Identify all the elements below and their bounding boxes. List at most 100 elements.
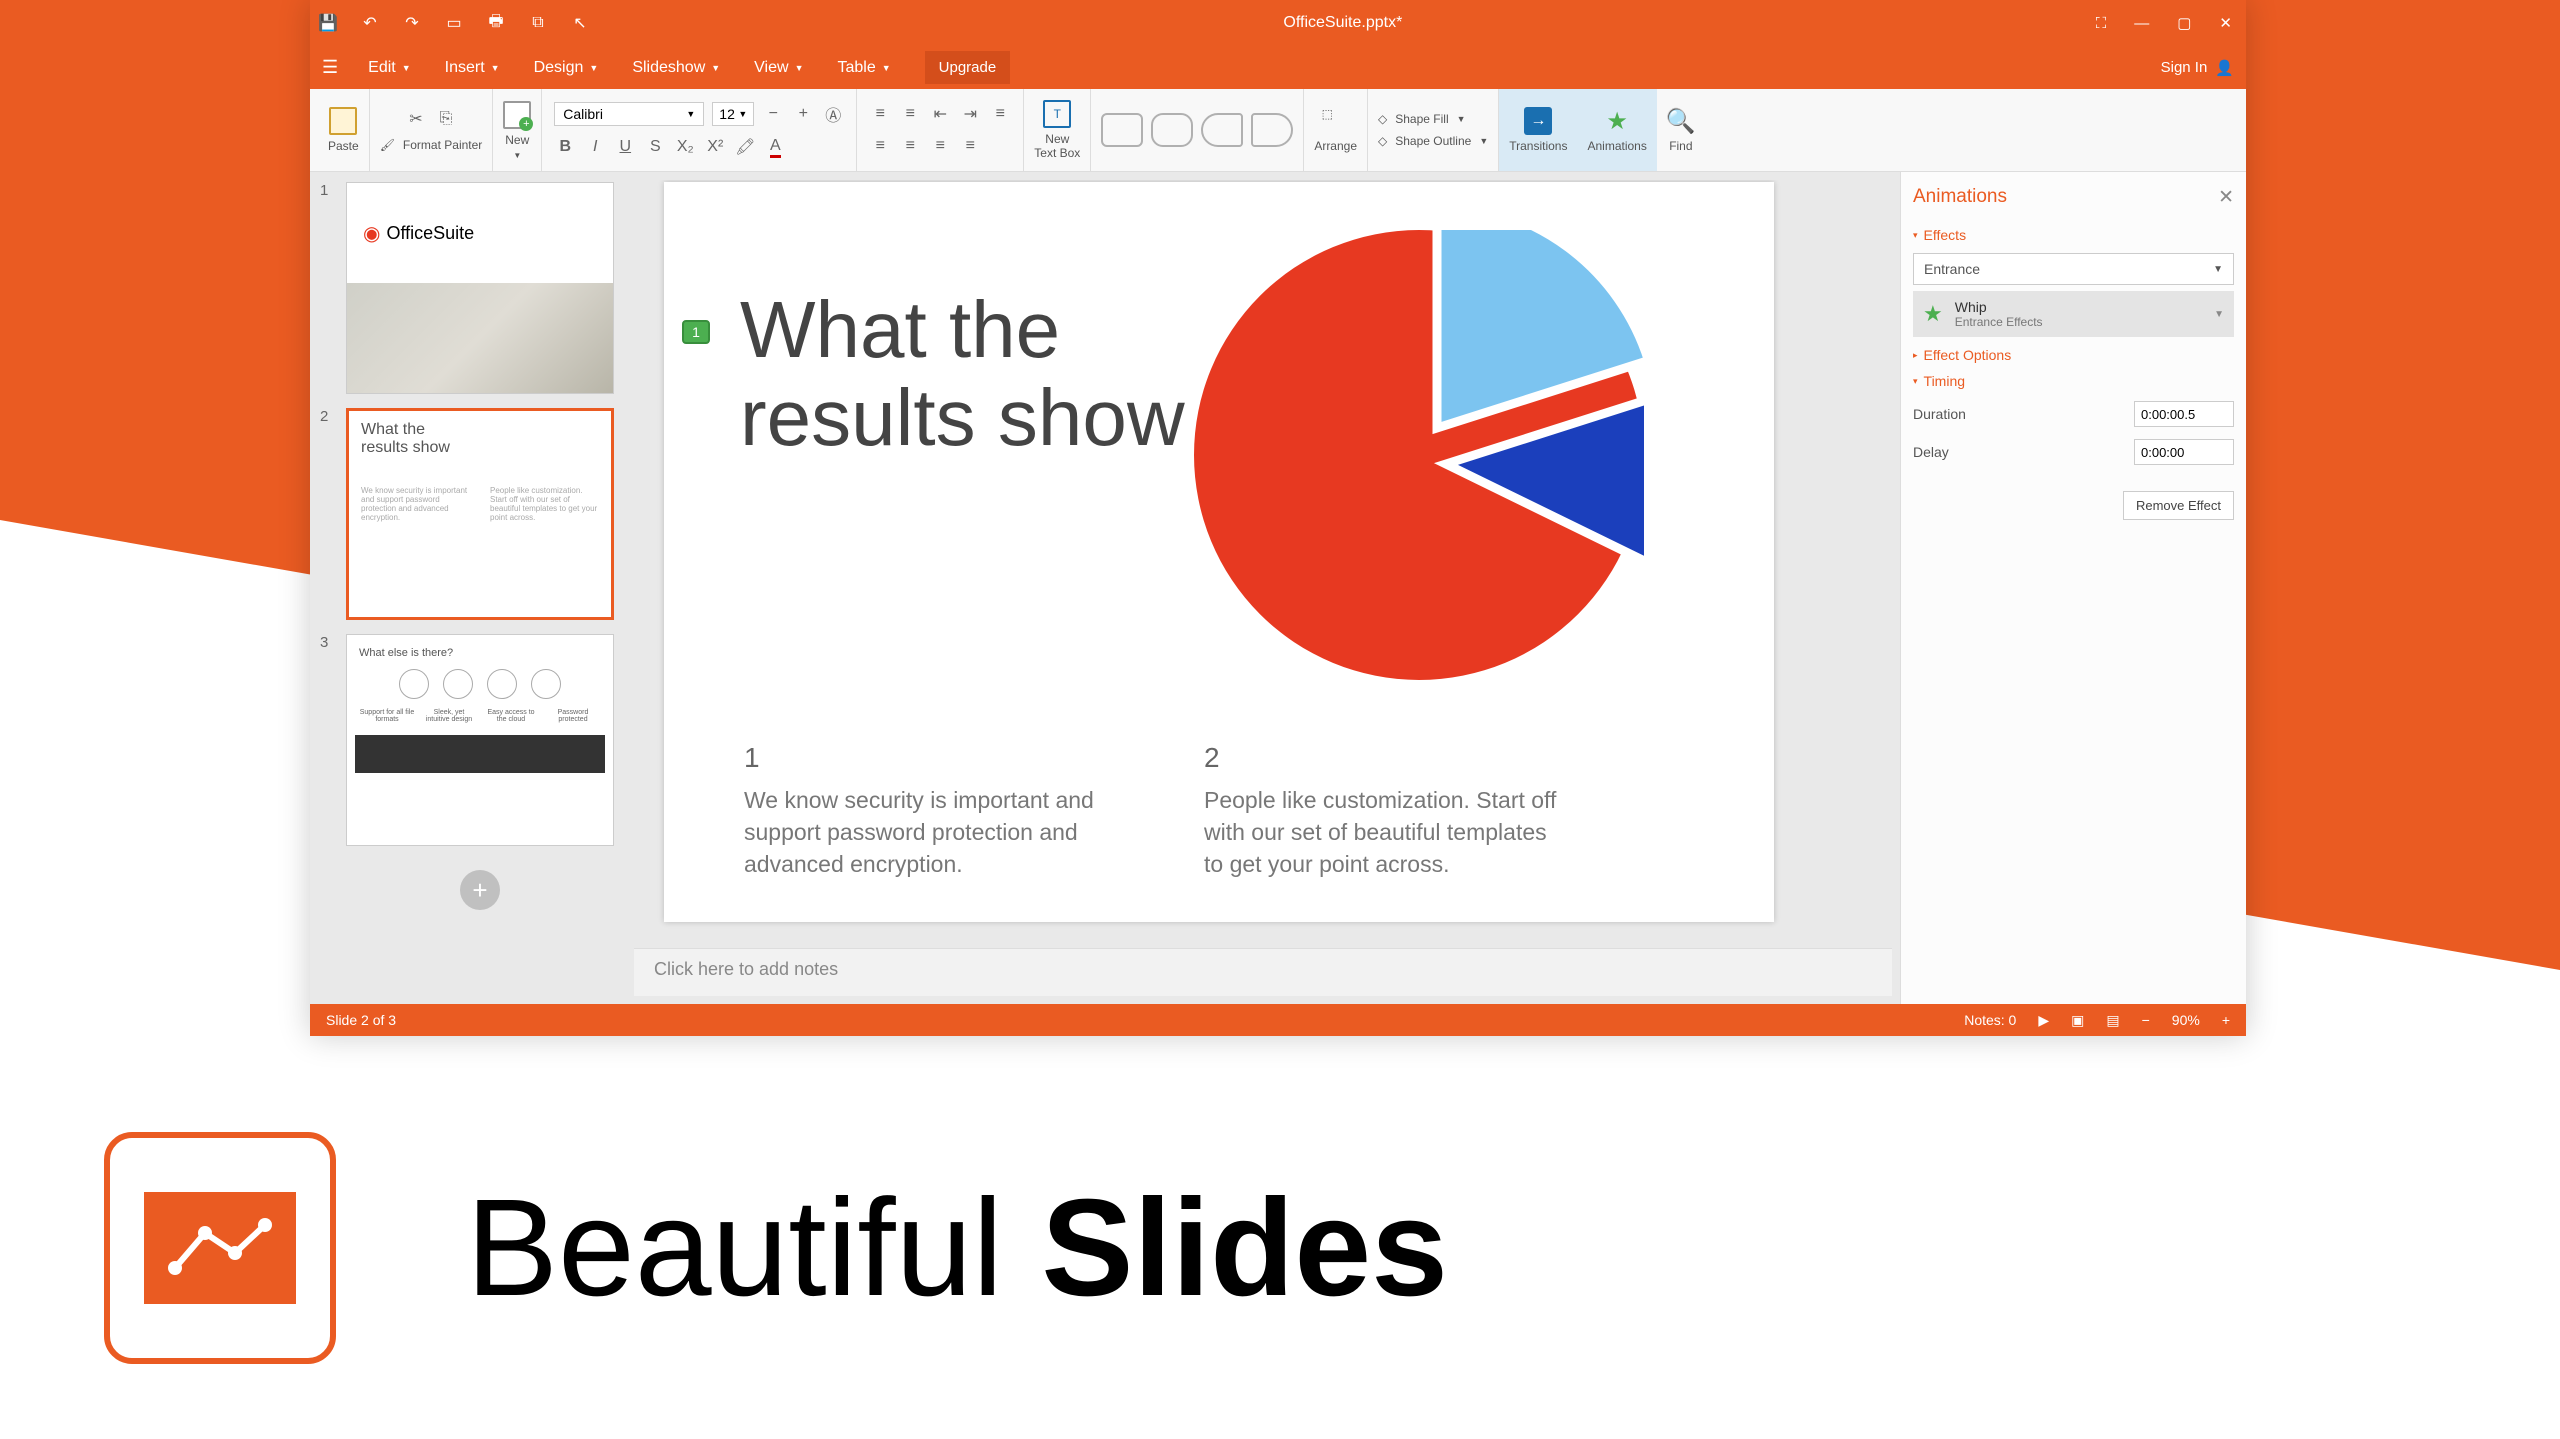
- line-spacing-icon[interactable]: ≡: [989, 103, 1011, 125]
- shape-pill[interactable]: [1201, 113, 1243, 147]
- highlight-icon[interactable]: 🖍: [734, 136, 756, 158]
- delay-input[interactable]: 0:00:00: [2134, 439, 2234, 465]
- slide-title[interactable]: What the results show: [740, 286, 1185, 462]
- promo-banner: Beautiful Slides: [104, 1132, 1448, 1364]
- thumb-1[interactable]: 1 ◉OfficeSuite: [320, 182, 616, 394]
- user-icon: 👤: [2215, 59, 2234, 77]
- find-button[interactable]: 🔍Find: [1657, 89, 1705, 171]
- statusbar: Slide 2 of 3 Notes: 0 ▶ ▣ ▤ − 90% +: [310, 1004, 2246, 1036]
- slide-counter: Slide 2 of 3: [326, 1012, 396, 1028]
- thumb-3[interactable]: 3 What else is there? Support for all fi…: [320, 634, 616, 846]
- zoom-level[interactable]: 90%: [2172, 1012, 2200, 1028]
- zoom-in-icon[interactable]: +: [2222, 1012, 2230, 1028]
- align-left-icon[interactable]: ≡: [869, 135, 891, 157]
- hamburger-icon[interactable]: ☰: [322, 57, 338, 78]
- outdent-icon[interactable]: ⇤: [929, 103, 951, 125]
- panel-close-icon[interactable]: ✕: [2218, 186, 2234, 209]
- duration-label: Duration: [1913, 406, 1966, 422]
- notes-input[interactable]: Click here to add notes: [634, 948, 1892, 996]
- maximize-icon[interactable]: ▢: [2177, 14, 2191, 32]
- notes-count: Notes: 0: [1964, 1012, 2016, 1028]
- close-icon[interactable]: ✕: [2219, 14, 2232, 32]
- effect-type-select[interactable]: Entrance▼: [1913, 253, 2234, 285]
- format-painter-button[interactable]: 🖌Format Painter: [380, 138, 483, 152]
- promo-text: Beautiful Slides: [466, 1169, 1448, 1328]
- play-icon[interactable]: ▶: [2038, 1012, 2049, 1029]
- superscript-icon[interactable]: X²: [704, 136, 726, 158]
- section-timing[interactable]: ▾Timing: [1913, 373, 2234, 389]
- menu-slideshow[interactable]: Slideshow▼: [632, 59, 720, 77]
- col1-num: 1: [744, 742, 1104, 774]
- font-decrease-icon[interactable]: −: [762, 103, 784, 125]
- share-icon[interactable]: ⧉: [528, 13, 548, 33]
- shape-round[interactable]: [1151, 113, 1193, 147]
- redo-icon[interactable]: ↷: [402, 13, 422, 33]
- duration-input[interactable]: 0:00:00.5: [2134, 401, 2234, 427]
- shape-pill2[interactable]: [1251, 113, 1293, 147]
- section-options[interactable]: ▸Effect Options: [1913, 347, 2234, 363]
- indent-icon[interactable]: ⇥: [959, 103, 981, 125]
- document-title: OfficeSuite.pptx*: [590, 14, 2096, 32]
- new-doc-icon[interactable]: ▭: [444, 13, 464, 33]
- ribbon: Paste ✂⎘ 🖌Format Painter +New▼ Calibri▼ …: [310, 89, 2246, 172]
- underline-icon[interactable]: U: [614, 136, 636, 158]
- menu-insert[interactable]: Insert▼: [445, 59, 500, 77]
- pie-chart[interactable]: [1194, 230, 1644, 680]
- view-outline-icon[interactable]: ▤: [2106, 1012, 2119, 1029]
- undo-icon[interactable]: ↶: [360, 13, 380, 33]
- effect-item[interactable]: ★ WhipEntrance Effects ▼: [1913, 291, 2234, 337]
- arrange-button[interactable]: ⬚Arrange: [1314, 107, 1357, 153]
- col1-text[interactable]: We know security is important and suppor…: [744, 784, 1104, 881]
- pointer-icon[interactable]: ↖: [570, 13, 590, 33]
- bold-icon[interactable]: B: [554, 136, 576, 158]
- strike-icon[interactable]: S: [644, 136, 666, 158]
- section-effects[interactable]: ▾Effects: [1913, 227, 2234, 243]
- shapes-gallery[interactable]: [1101, 113, 1293, 147]
- panel-title: Animations✕: [1913, 186, 2234, 209]
- add-slide-button[interactable]: +: [320, 860, 616, 920]
- cut-icon[interactable]: ✂: [405, 108, 427, 130]
- paste-button[interactable]: Paste: [328, 107, 359, 153]
- star-icon: ★: [1923, 301, 1943, 327]
- bullets-icon[interactable]: ≡: [869, 103, 891, 125]
- italic-icon[interactable]: I: [584, 136, 606, 158]
- minimize-icon[interactable]: —: [2134, 15, 2149, 32]
- save-icon[interactable]: 💾: [318, 13, 338, 33]
- menu-edit[interactable]: Edit▼: [368, 59, 411, 77]
- fullscreen-icon[interactable]: ⛶: [2096, 15, 2107, 32]
- copy-icon[interactable]: ⎘: [435, 108, 457, 130]
- col2-text[interactable]: People like customization. Start off wit…: [1204, 784, 1564, 881]
- view-normal-icon[interactable]: ▣: [2071, 1012, 2084, 1029]
- current-slide[interactable]: 1 What the results show 1 We know securi…: [664, 182, 1774, 922]
- animation-tag[interactable]: 1: [682, 320, 710, 344]
- transitions-button[interactable]: →Transitions: [1499, 89, 1577, 171]
- print-icon[interactable]: 🖶: [486, 13, 506, 33]
- font-select[interactable]: Calibri▼: [554, 102, 704, 126]
- thumb-2[interactable]: 2 What the results show We know security…: [320, 408, 616, 620]
- textbox-button[interactable]: TNew Text Box: [1034, 100, 1080, 160]
- font-increase-icon[interactable]: +: [792, 103, 814, 125]
- font-size-select[interactable]: 12▼: [712, 102, 754, 126]
- slide-thumbnails: 1 ◉OfficeSuite 2 What the results show W…: [310, 172, 626, 1004]
- plus-icon: +: [460, 870, 500, 910]
- upgrade-button[interactable]: Upgrade: [925, 51, 1011, 84]
- animations-button[interactable]: ★Animations: [1577, 89, 1656, 171]
- clear-format-icon[interactable]: Ⓐ: [822, 103, 844, 125]
- menu-view[interactable]: View▼: [754, 59, 803, 77]
- shape-fill-button[interactable]: ◇Shape Fill▼: [1378, 112, 1466, 126]
- font-color-icon[interactable]: A: [764, 136, 786, 158]
- signin-button[interactable]: Sign In👤: [2161, 59, 2234, 77]
- numbering-icon[interactable]: ≡: [899, 103, 921, 125]
- zoom-out-icon[interactable]: −: [2142, 1012, 2150, 1028]
- menu-design[interactable]: Design▼: [534, 59, 599, 77]
- remove-effect-button[interactable]: Remove Effect: [2123, 491, 2234, 520]
- canvas-area: 1 What the results show 1 We know securi…: [626, 172, 1900, 1004]
- align-center-icon[interactable]: ≡: [899, 135, 921, 157]
- shape-rect[interactable]: [1101, 113, 1143, 147]
- menu-table[interactable]: Table▼: [837, 59, 890, 77]
- align-right-icon[interactable]: ≡: [929, 135, 951, 157]
- new-slide-button[interactable]: +New▼: [503, 101, 531, 160]
- subscript-icon[interactable]: X₂: [674, 136, 696, 158]
- shape-outline-button[interactable]: ◇Shape Outline▼: [1378, 134, 1488, 148]
- align-justify-icon[interactable]: ≡: [959, 135, 981, 157]
